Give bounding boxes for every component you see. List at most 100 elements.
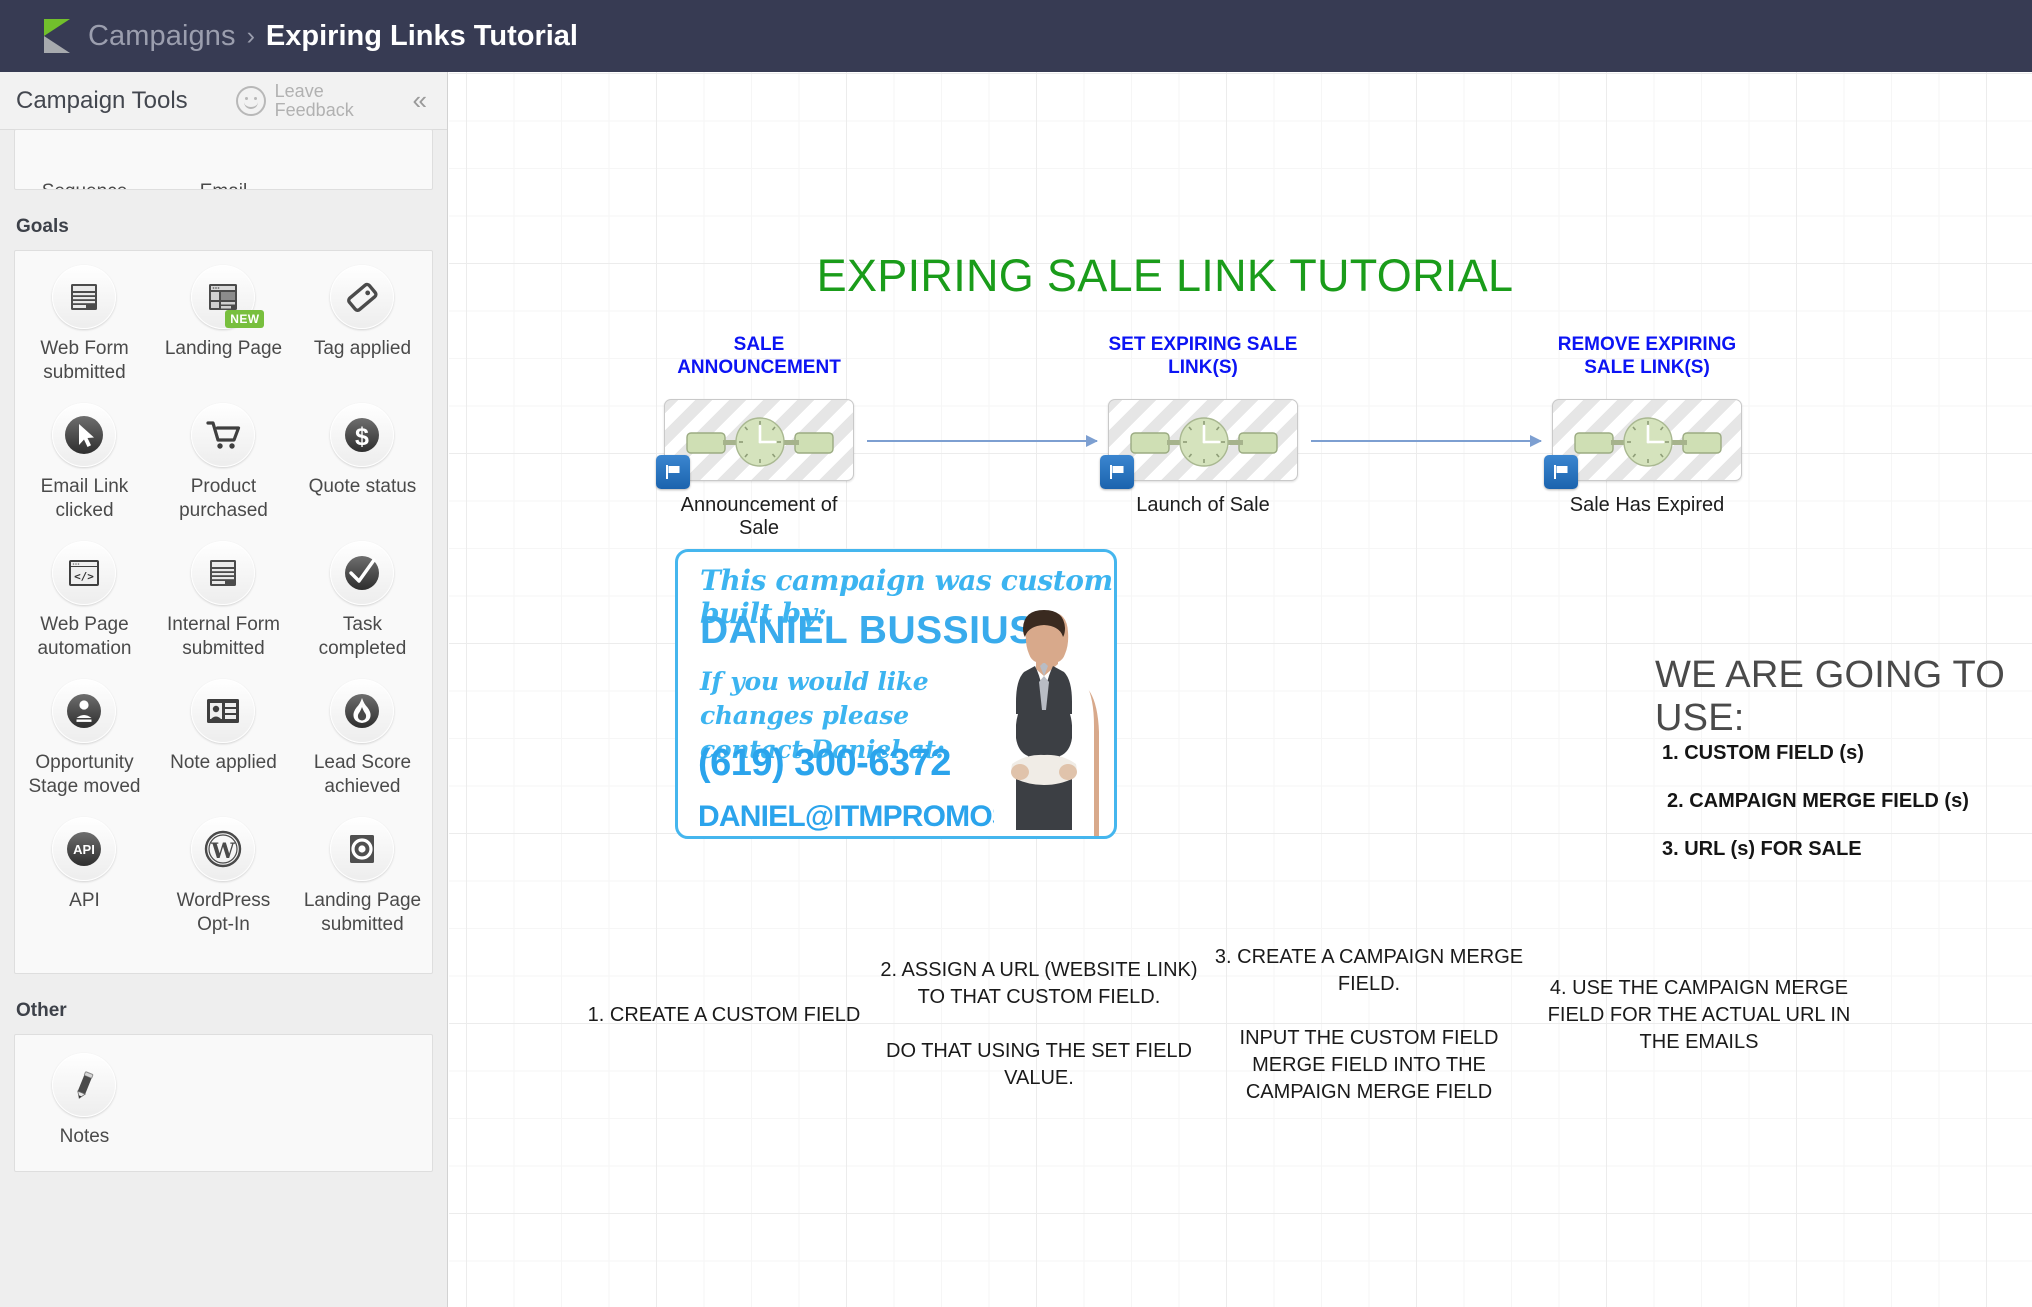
shopping-cart-icon xyxy=(191,403,255,467)
code-window-icon: </> xyxy=(52,541,116,605)
instruction-note-1: 1. CREATE A CUSTOM FIELD xyxy=(559,1002,889,1029)
top-navigation-bar: Campaigns › Expiring Links Tutorial xyxy=(0,0,2032,72)
campaign-node-remove-expiring-links[interactable]: REMOVE EXPIRING SALE LINK(S) Sale xyxy=(1552,399,1742,517)
tag-icon xyxy=(330,265,394,329)
sequence-tools-panel: Sequence Email Confirmation xyxy=(14,129,433,190)
goal-label: Tag applied xyxy=(302,337,422,361)
smiley-face-icon xyxy=(236,86,266,116)
goal-internal-form-submitted[interactable]: Internal Form submitted xyxy=(154,541,293,661)
person-icon xyxy=(52,679,116,743)
goal-label: Web Page automation xyxy=(24,613,144,661)
card-phone: (619) 300-6372 xyxy=(698,742,951,785)
node-caption: Sale Has Expired xyxy=(1552,494,1742,517)
breadcrumb-campaigns-link[interactable]: Campaigns xyxy=(88,20,236,53)
flag-icon xyxy=(656,455,690,489)
goal-label: Landing Page submitted xyxy=(302,889,422,937)
node-box[interactable] xyxy=(664,399,854,481)
use-item-1: 1. CUSTOM FIELD (s) xyxy=(1662,742,1864,765)
other-label: Notes xyxy=(24,1125,144,1149)
goals-section-heading: Goals xyxy=(16,216,433,238)
sequence-clock-icon xyxy=(1553,400,1743,482)
node-heading: SALE ANNOUNCEMENT xyxy=(654,333,864,379)
goal-task-completed[interactable]: Task completed xyxy=(293,541,432,661)
goal-label: Quote status xyxy=(302,475,422,499)
target-icon xyxy=(330,817,394,881)
node-heading: REMOVE EXPIRING SALE LINK(S) xyxy=(1542,333,1752,379)
node-box[interactable] xyxy=(1108,399,1298,481)
flame-icon xyxy=(330,679,394,743)
goals-panel: Web Form submitted NEW Landing Page Tag … xyxy=(14,250,433,974)
use-section-title: WE ARE GOING TO USE: xyxy=(1655,654,2032,740)
campaign-canvas[interactable]: EXPIRING SALE LINK TUTORIAL SALE ANNOUNC… xyxy=(449,72,2032,1307)
goal-web-page-automation[interactable]: </> Web Page automation xyxy=(15,541,154,661)
goal-label: Opportunity Stage moved xyxy=(24,751,144,799)
campaign-node-set-expiring-links[interactable]: SET EXPIRING SALE LINK(S) Launch xyxy=(1108,399,1298,517)
sequence-clock-icon xyxy=(665,400,855,482)
pencil-icon xyxy=(52,1053,116,1117)
tool-sequence[interactable]: Sequence xyxy=(15,129,154,190)
internal-form-icon xyxy=(191,541,255,605)
contact-card-icon xyxy=(191,679,255,743)
goal-wordpress-optin[interactable]: W WordPress Opt-In xyxy=(154,817,293,937)
sequence-clock-icon xyxy=(1109,400,1299,482)
breadcrumb-separator: › xyxy=(247,22,255,51)
svg-text:</>: </> xyxy=(75,570,95,583)
sidebar-header: Campaign Tools Leave Feedback « xyxy=(0,72,447,130)
campaign-tools-sidebar: Campaign Tools Leave Feedback « Sequence… xyxy=(0,72,448,1307)
goal-email-link-clicked[interactable]: Email Link clicked xyxy=(15,403,154,523)
goal-opportunity-stage-moved[interactable]: Opportunity Stage moved xyxy=(15,679,154,799)
breadcrumb-current-page: Expiring Links Tutorial xyxy=(266,20,578,53)
goal-label: API xyxy=(24,889,144,913)
api-icon: API xyxy=(52,817,116,881)
goal-label: Email Link clicked xyxy=(24,475,144,523)
checkmark-icon xyxy=(330,541,394,605)
goal-product-purchased[interactable]: Product purchased xyxy=(154,403,293,523)
use-item-3: 3. URL (s) FOR SALE xyxy=(1662,838,1862,861)
flag-icon xyxy=(1100,455,1134,489)
goal-label: Product purchased xyxy=(163,475,283,523)
collapse-sidebar-icon[interactable]: « xyxy=(413,85,431,116)
goal-lead-score-achieved[interactable]: Lead Score achieved xyxy=(293,679,432,799)
node-caption: Launch of Sale xyxy=(1108,494,1298,517)
portrait-photo xyxy=(978,604,1110,836)
leave-feedback-label: Leave Feedback xyxy=(275,82,361,120)
landing-page-icon: NEW xyxy=(191,265,255,329)
node-connector-1 xyxy=(867,440,1097,442)
goal-label: Landing Page xyxy=(163,337,283,361)
flag-icon xyxy=(1544,455,1578,489)
tool-email-confirmation[interactable]: Email Confirmation xyxy=(154,129,293,190)
goal-label: Web Form submitted xyxy=(24,337,144,385)
use-item-2: 2. CAMPAIGN MERGE FIELD (s) xyxy=(1667,790,1969,813)
svg-text:API: API xyxy=(74,842,96,857)
goal-quote-status[interactable]: $ Quote status xyxy=(293,403,432,523)
goal-web-form-submitted[interactable]: Web Form submitted xyxy=(15,265,154,385)
goal-label: Note applied xyxy=(163,751,283,775)
new-badge: NEW xyxy=(225,310,264,328)
svg-text:W: W xyxy=(211,838,236,863)
instruction-note-2: 2. ASSIGN A URL (WEBSITE LINK) TO THAT C… xyxy=(879,957,1199,1092)
instruction-note-4: 4. USE THE CAMPAIGN MERGE FIELD FOR THE … xyxy=(1534,975,1864,1056)
cursor-click-icon xyxy=(52,403,116,467)
node-heading: SET EXPIRING SALE LINK(S) xyxy=(1098,333,1308,379)
wordpress-icon: W xyxy=(191,817,255,881)
leave-feedback-button[interactable]: Leave Feedback xyxy=(236,82,413,120)
node-box[interactable] xyxy=(1552,399,1742,481)
goal-note-applied[interactable]: Note applied xyxy=(154,679,293,799)
goal-tag-applied[interactable]: Tag applied xyxy=(293,265,432,385)
sidebar-title: Campaign Tools xyxy=(16,87,188,115)
node-caption: Announcement of Sale xyxy=(664,494,854,540)
goal-landing-page[interactable]: NEW Landing Page xyxy=(154,265,293,385)
node-connector-2 xyxy=(1311,440,1541,442)
goal-landing-page-submitted[interactable]: Landing Page submitted xyxy=(293,817,432,937)
goal-label: Task completed xyxy=(302,613,422,661)
other-notes[interactable]: Notes xyxy=(15,1053,154,1149)
business-card-image: This campaign was custom built by: DANIE… xyxy=(675,549,1117,839)
goal-label: Internal Form submitted xyxy=(163,613,283,661)
campaign-node-sale-announcement[interactable]: SALE ANNOUNCEMENT Announcement of xyxy=(664,399,854,540)
goal-label: Lead Score achieved xyxy=(302,751,422,799)
dollar-icon: $ xyxy=(330,403,394,467)
web-form-icon xyxy=(52,265,116,329)
tool-email-confirmation-label: Email Confirmation xyxy=(163,180,283,190)
app-logo-icon[interactable] xyxy=(44,19,70,53)
goal-api[interactable]: API API xyxy=(15,817,154,937)
